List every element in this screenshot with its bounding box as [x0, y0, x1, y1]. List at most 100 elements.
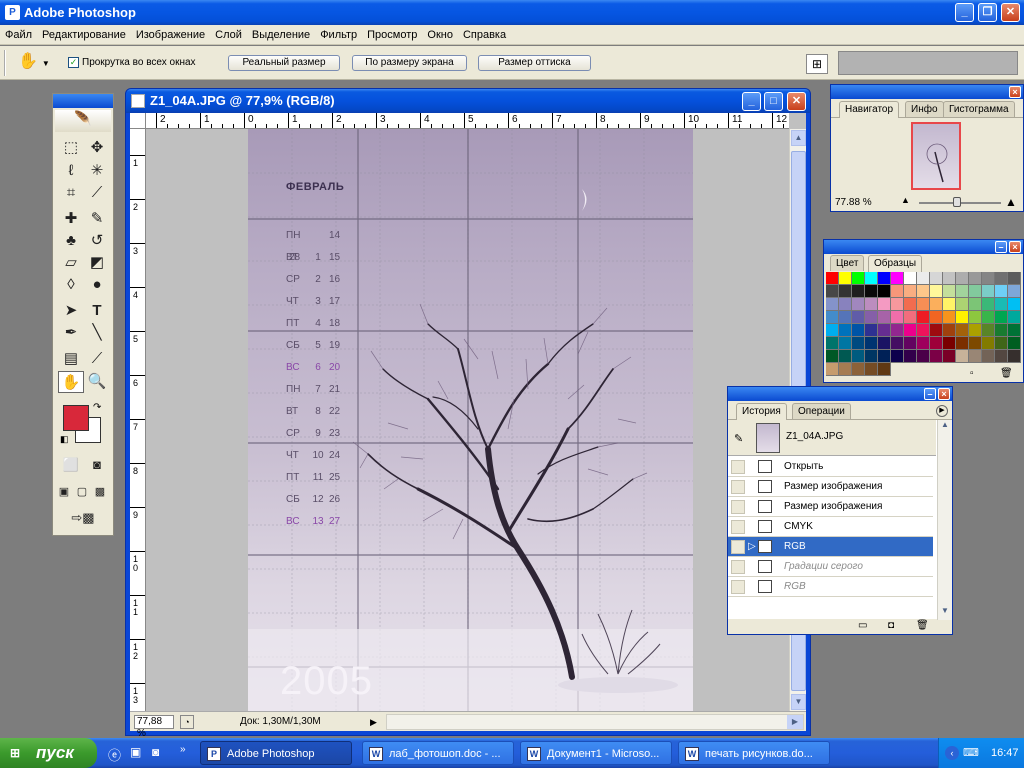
color-swatch[interactable] [839, 272, 852, 285]
desktop-quicklaunch-icon[interactable]: ▣ [130, 745, 141, 759]
color-swatch[interactable] [852, 311, 865, 324]
color-swatch[interactable] [878, 285, 891, 298]
eraser-tool-icon[interactable]: ▱ [58, 252, 84, 274]
tray-expand-icon[interactable]: ‹ [945, 746, 959, 760]
history-state[interactable]: CMYK [728, 517, 933, 537]
status-menu-arrow-icon[interactable]: ▶ [370, 715, 382, 729]
status-info-icon[interactable]: ◔ [180, 715, 194, 729]
history-close-button[interactable]: × [938, 388, 950, 400]
color-swatch[interactable] [982, 298, 995, 311]
color-swatch[interactable] [943, 285, 956, 298]
delete-state-icon[interactable]: 🗑 [916, 620, 929, 631]
notes-tool-icon[interactable]: ▤ [58, 348, 84, 370]
swap-colors-icon[interactable]: ↷ [93, 402, 101, 413]
history-scrollbar[interactable]: ▲ ▼ [937, 420, 952, 620]
color-swatch[interactable] [826, 272, 839, 285]
color-swatch[interactable] [904, 350, 917, 363]
history-state[interactable]: Размер изображения [728, 497, 933, 517]
color-swatch[interactable] [943, 298, 956, 311]
color-swatch[interactable] [826, 337, 839, 350]
color-swatch[interactable] [956, 350, 969, 363]
color-swatch[interactable] [1008, 298, 1021, 311]
color-swatch[interactable] [865, 337, 878, 350]
color-swatch[interactable] [865, 363, 878, 376]
color-swatch[interactable] [1008, 337, 1021, 350]
crop-tool-icon[interactable]: ⌗ [58, 182, 84, 204]
color-swatch[interactable] [969, 337, 982, 350]
color-swatch[interactable] [826, 311, 839, 324]
menu-item[interactable]: Окно [422, 25, 458, 45]
media-quicklaunch-icon[interactable]: ◙ [152, 745, 159, 759]
menu-item[interactable]: Изображение [131, 25, 210, 45]
color-swatch[interactable] [917, 324, 930, 337]
new-snapshot-icon[interactable]: ◘ [888, 620, 894, 631]
color-swatch[interactable] [891, 272, 904, 285]
tab-info[interactable]: Инфо [905, 101, 944, 117]
zoom-out-icon[interactable]: ▲ [901, 195, 910, 205]
color-swatch[interactable] [930, 298, 943, 311]
menu-item[interactable]: Редактирование [37, 25, 131, 45]
scroll-up-button[interactable]: ▲ [791, 130, 806, 146]
tab-navigator[interactable]: Навигатор [839, 101, 900, 118]
color-swatch[interactable] [995, 350, 1008, 363]
restore-button[interactable]: ❐ [978, 3, 997, 22]
color-swatch[interactable] [943, 337, 956, 350]
color-swatch[interactable] [982, 285, 995, 298]
color-swatch[interactable] [865, 285, 878, 298]
history-source-checkbox[interactable] [731, 580, 745, 594]
color-swatch[interactable] [839, 337, 852, 350]
navigator-close-button[interactable]: × [1009, 86, 1021, 98]
color-swatch[interactable] [826, 324, 839, 337]
color-swatch[interactable] [956, 285, 969, 298]
color-swatch[interactable] [1008, 272, 1021, 285]
screen-mode-full-icon[interactable]: ▩ [91, 481, 109, 503]
color-swatch[interactable] [826, 350, 839, 363]
palette-well-icon[interactable]: ⊞ [806, 54, 828, 74]
color-swatch[interactable] [982, 350, 995, 363]
color-swatch[interactable] [839, 350, 852, 363]
menu-item[interactable]: Файл [0, 25, 37, 45]
color-swatch[interactable] [917, 285, 930, 298]
color-swatch[interactable] [969, 324, 982, 337]
foreground-color-swatch[interactable] [63, 405, 89, 431]
color-swatch[interactable] [839, 363, 852, 376]
color-swatch[interactable] [852, 272, 865, 285]
navigator-view-box[interactable] [911, 122, 961, 190]
type-tool-icon[interactable]: T [84, 300, 110, 322]
color-swatch[interactable] [852, 298, 865, 311]
color-swatch[interactable] [917, 337, 930, 350]
history-state[interactable]: Градации серого [728, 557, 933, 577]
new-document-from-state-icon[interactable]: ▭ [858, 620, 867, 631]
screen-mode-full-menu-icon[interactable]: ▢ [73, 481, 91, 503]
color-swatch[interactable] [943, 350, 956, 363]
color-swatch[interactable] [1008, 350, 1021, 363]
color-swatch[interactable] [865, 350, 878, 363]
clone-stamp-tool-icon[interactable]: ♣ [58, 230, 84, 252]
color-swatch[interactable] [826, 298, 839, 311]
color-swatch[interactable] [891, 324, 904, 337]
color-swatch[interactable] [839, 285, 852, 298]
history-state-slider-icon[interactable]: ▷ [748, 537, 756, 557]
color-swatch[interactable] [995, 285, 1008, 298]
ie-quicklaunch-icon[interactable]: ⓔ [108, 745, 121, 764]
path-selection-tool-icon[interactable]: ➤ [58, 300, 84, 322]
history-minimize-button[interactable]: – [924, 388, 936, 400]
quick-mask-mode-icon[interactable]: ◙ [84, 454, 110, 476]
actual-pixels-button[interactable]: Реальный размер [228, 55, 340, 71]
history-scroll-up[interactable]: ▲ [938, 420, 952, 434]
tab-color[interactable]: Цвет [830, 255, 865, 271]
color-swatch[interactable] [839, 311, 852, 324]
color-swatch[interactable] [917, 298, 930, 311]
horizontal-scrollbar[interactable]: ▶ [386, 714, 804, 730]
menu-item[interactable]: Просмотр [362, 25, 422, 45]
pen-tool-icon[interactable]: ✒ [58, 322, 84, 344]
color-swatch[interactable] [956, 311, 969, 324]
color-swatch[interactable] [930, 337, 943, 350]
vertical-ruler[interactable]: 1 2 3 4 5 6 7 8 9 1 0 1 1 1 2 1 3 [130, 129, 146, 711]
eyedropper-tool-icon[interactable]: ⟋ [84, 348, 110, 370]
color-swatch[interactable] [930, 272, 943, 285]
new-swatch-icon[interactable]: ▫ [970, 368, 974, 379]
color-swatch[interactable] [943, 311, 956, 324]
horizontal-ruler[interactable]: 2 1 0 1 2 3 4 5 6 7 8 9 10 11 12 [146, 113, 789, 129]
navigator-zoom-value[interactable]: 77.88 % [835, 197, 872, 208]
